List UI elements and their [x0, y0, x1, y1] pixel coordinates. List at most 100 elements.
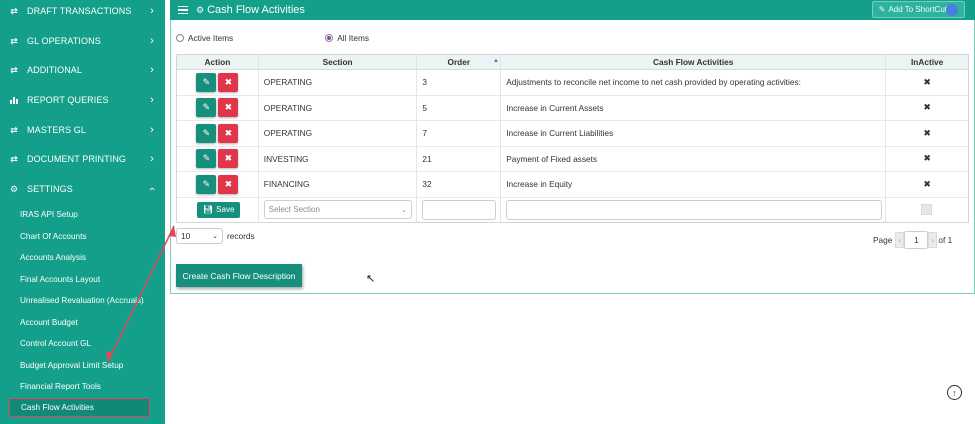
table-row: ✎ ✖ FINANCING 32 Increase in Equity ✖: [177, 172, 968, 198]
nav-group-draft-transactions[interactable]: ⇄ DRAFT TRANSACTIONS ›: [0, 0, 165, 25]
cash-flow-table: Action Section Order Cash Flow Activitie…: [176, 54, 969, 223]
inactive-x-icon: ✖: [923, 102, 931, 113]
cell-section: INVESTING: [259, 146, 418, 171]
chevron-down-icon: ⌄: [400, 206, 407, 214]
sidebar-item-account-budget[interactable]: Account Budget: [0, 312, 165, 332]
shortcut-badge: [946, 3, 958, 16]
sidebar-item-budget-approval-limit-setup[interactable]: Budget Approval Limit Setup: [0, 355, 165, 375]
section-select[interactable]: Select Section ⌄: [263, 200, 412, 219]
activity-input[interactable]: [506, 199, 883, 220]
inactive-x-icon: ✖: [923, 178, 931, 189]
cell-order: 5: [417, 95, 502, 120]
table-header: Action Section Order Cash Flow Activitie…: [177, 55, 968, 70]
records-label: records: [227, 231, 255, 241]
hamburger-menu-icon[interactable]: [178, 5, 188, 15]
nav-group-additional[interactable]: ⇄ ADDITIONAL ›: [0, 56, 165, 84]
delete-button[interactable]: ✖: [218, 123, 239, 143]
inactive-x-icon: ✖: [923, 76, 931, 87]
cell-section: FINANCING: [259, 172, 418, 197]
sidebar-item-chart-of-accounts[interactable]: Chart Of Accounts: [0, 226, 165, 246]
save-button[interactable]: 💾︎ Save: [197, 201, 241, 218]
sidebar-item-cash-flow-activities[interactable]: Cash Flow Activities: [9, 398, 150, 417]
all-items-radio[interactable]: [325, 34, 334, 42]
sidebar-item-iras-api-setup[interactable]: IRAS API Setup: [0, 204, 165, 224]
all-items-label: All Items: [337, 33, 369, 43]
inactive-checkbox[interactable]: [921, 204, 933, 215]
scroll-to-top-icon[interactable]: ↑: [947, 385, 962, 400]
sidebar-item-final-accounts-layout[interactable]: Final Accounts Layout: [0, 269, 165, 289]
chevron-right-icon: ›: [150, 64, 154, 76]
edit-button[interactable]: ✎: [196, 72, 217, 92]
pin-icon: ✎: [878, 5, 886, 14]
nav-group-label: SETTINGS: [27, 184, 73, 194]
cell-activity: Increase in Current Liabilities: [501, 121, 887, 146]
floppy-disk-icon: 💾︎: [203, 205, 214, 214]
page-size-select[interactable]: 10 ⌄: [176, 228, 223, 244]
cell-order: 32: [417, 172, 502, 197]
edit-button[interactable]: ✎: [196, 123, 217, 143]
sidebar-item-financial-report-tools[interactable]: Financial Report Tools: [0, 376, 165, 396]
inactive-x-icon: ✖: [923, 127, 931, 138]
delete-button[interactable]: ✖: [218, 174, 239, 194]
chevron-right-icon: ›: [150, 5, 154, 17]
header-action: Action: [177, 55, 259, 69]
header-section[interactable]: Section: [259, 55, 418, 69]
cell-section: OPERATING: [259, 70, 418, 95]
header-inactive[interactable]: InActive: [886, 55, 968, 69]
edit-button[interactable]: ✎: [196, 98, 217, 118]
cell-section: OPERATING: [259, 121, 418, 146]
cell-activity: Increase in Equity: [501, 172, 887, 197]
exchange-icon: ⇄: [10, 153, 18, 164]
chevron-right-icon: ›: [150, 35, 154, 47]
active-items-radio[interactable]: [176, 34, 184, 42]
cell-section: OPERATING: [259, 95, 418, 120]
exchange-icon: ⇄: [10, 64, 18, 75]
nav-group-document-printing[interactable]: ⇄ DOCUMENT PRINTING ›: [0, 145, 165, 173]
sidebar-item-unrealised-revaluation[interactable]: Unrealised Revaluation (Accruals): [0, 290, 165, 310]
nav-group-gl-operations[interactable]: ⇄ GL OPERATIONS ›: [0, 27, 165, 55]
exchange-icon: ⇄: [10, 35, 18, 46]
edit-button[interactable]: ✎: [196, 174, 217, 194]
chevron-down-icon: ⌄: [212, 233, 218, 240]
page-number-input[interactable]: 1: [904, 231, 929, 249]
gear-icon: ⚙: [196, 4, 205, 15]
cell-activity: Payment of Fixed assets: [501, 146, 887, 171]
prev-page-icon[interactable]: ‹: [895, 232, 905, 248]
save-label: Save: [216, 205, 235, 214]
order-input[interactable]: [422, 199, 497, 220]
table-row: ✎ ✖ OPERATING 5 Increase in Current Asset…: [177, 95, 968, 121]
nav-group-label: REPORT QUERIES: [27, 95, 109, 105]
header-cash-flow-activities[interactable]: Cash Flow Activities: [501, 55, 887, 69]
edit-button[interactable]: ✎: [196, 149, 217, 169]
nav-group-label: DOCUMENT PRINTING: [27, 154, 127, 164]
sidebar-item-control-account-gl[interactable]: Control Account GL: [0, 333, 165, 353]
delete-button[interactable]: ✖: [218, 149, 239, 169]
chevron-right-icon: ›: [150, 94, 154, 106]
table-row: ✎ ✖ OPERATING 7 Increase in Current Liabi…: [177, 121, 968, 147]
next-page-icon[interactable]: ›: [928, 232, 938, 248]
nav-group-settings[interactable]: ⚙ SETTINGS ‹: [0, 175, 165, 203]
page-header: ⚙ Cash Flow Activities ✎ Add To ShortCut: [170, 0, 975, 20]
gears-icon: ⚙: [9, 183, 19, 194]
exchange-icon: ⇄: [10, 5, 18, 16]
table-row: ✎ ✖ INVESTING 21 Payment of Fixed assets …: [177, 146, 968, 172]
chevron-right-icon: ›: [150, 153, 154, 165]
page-title-text: Cash Flow Activities: [207, 4, 305, 16]
records-per-page: 10 ⌄ records: [176, 228, 255, 244]
pagination: Page ‹ 1 › of 1: [873, 231, 952, 249]
delete-button[interactable]: ✖: [218, 72, 239, 92]
delete-button[interactable]: ✖: [218, 98, 239, 118]
sidebar-item-accounts-analysis[interactable]: Accounts Analysis: [0, 247, 165, 267]
inactive-x-icon: ✖: [923, 153, 931, 164]
create-cash-flow-description-button[interactable]: Create Cash Flow Description: [176, 264, 302, 287]
nav-group-label: ADDITIONAL: [27, 65, 83, 75]
page-size-value: 10: [181, 231, 191, 241]
cell-activity: Increase in Current Assets: [501, 95, 887, 120]
nav-group-masters-gl[interactable]: ⇄ MASTERS GL ›: [0, 116, 165, 144]
cell-activity: Adjustments to reconcile net income to n…: [501, 70, 887, 95]
chevron-right-icon: ›: [150, 124, 154, 136]
nav-group-report-queries[interactable]: REPORT QUERIES ›: [0, 86, 165, 114]
shortcut-label: Add To ShortCut: [888, 5, 947, 14]
add-to-shortcut-button[interactable]: ✎ Add To ShortCut: [871, 1, 965, 18]
header-order[interactable]: Order: [417, 55, 502, 69]
